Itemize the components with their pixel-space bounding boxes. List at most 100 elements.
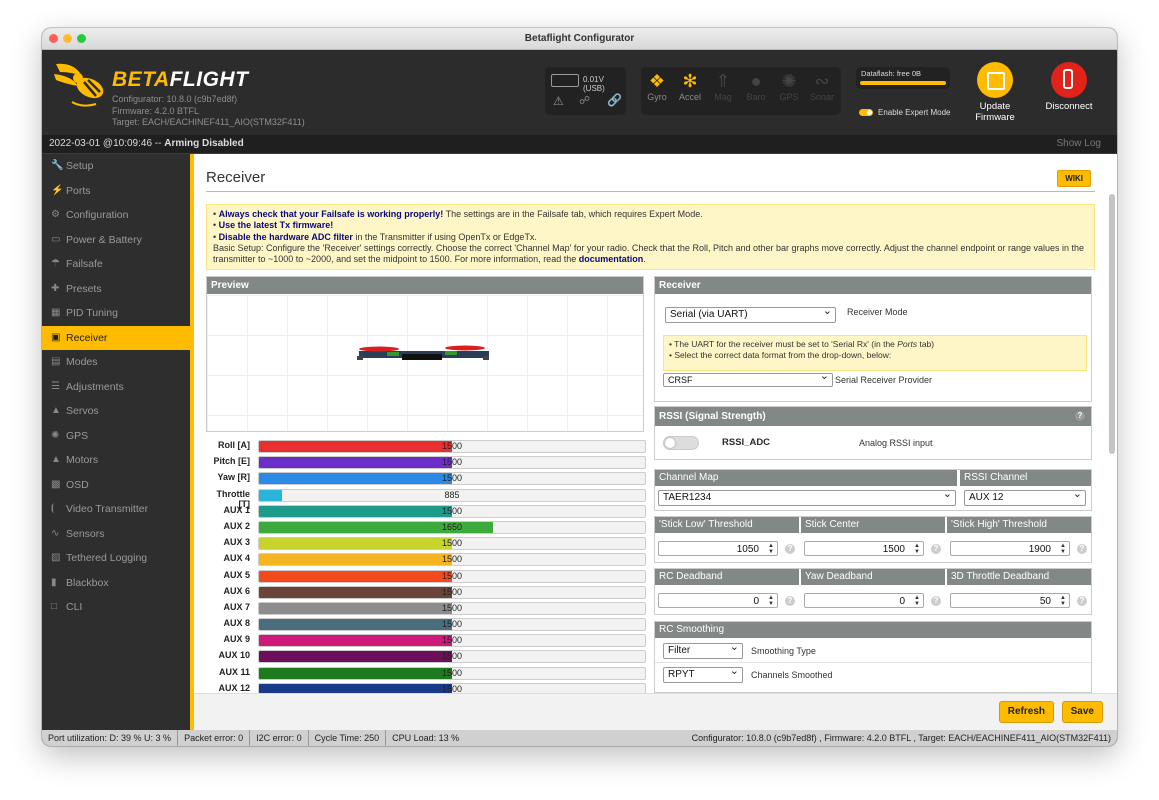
mag-icon: ⇑ Mag: [714, 71, 732, 102]
channel-meter: 1500: [258, 504, 646, 518]
receiver-panel-title: Receiver: [655, 277, 1091, 294]
zoom-window-button[interactable]: [77, 34, 86, 43]
rc-deadband-help-icon[interactable]: ?: [785, 596, 795, 606]
warning-icon: ⚠: [553, 94, 564, 108]
throttle-deadband-help-icon[interactable]: ?: [1077, 596, 1087, 606]
channel-bar-row: Throttle [T] 885: [206, 487, 646, 509]
baro-icon: ● Baro: [746, 71, 766, 102]
stick-low-help-icon[interactable]: ?: [785, 544, 795, 554]
channel-meter: 1500: [258, 456, 646, 470]
update-firmware-button[interactable]: [977, 62, 1013, 98]
sidebar-item-ports[interactable]: ⚡ Ports: [42, 179, 190, 204]
sidebar-item-blackbox[interactable]: ▮ Blackbox: [42, 571, 190, 596]
betaflight-wordmark: BETAFLIGHT: [112, 68, 249, 91]
gear-icon: ⚙: [51, 209, 60, 220]
channel-value: 1500: [441, 570, 463, 581]
satellite-icon: ✺: [51, 429, 60, 441]
sidebar-item-servos[interactable]: ▲ Servos: [42, 399, 190, 424]
wrench-icon: 🔧: [51, 160, 64, 171]
stick-high-input[interactable]: 1900 ▲ ▼: [950, 541, 1070, 556]
cpu-load: CPU Load: 13 %: [392, 733, 460, 743]
yaw-deadband-help-icon[interactable]: ?: [931, 596, 941, 606]
sidebar-item-pid-tuning[interactable]: ▦ PID Tuning: [42, 301, 190, 326]
channel-name: AUX 9: [223, 634, 250, 645]
sidebar-item-setup[interactable]: 🔧 Setup: [42, 154, 190, 179]
channel-bar-row: AUX 3 1500: [206, 535, 646, 551]
update-firmware-label: Update Firmware: [975, 101, 1015, 123]
app-window: Betaflight Configurator BETAFLIGHT Confi…: [42, 28, 1117, 746]
minimize-window-button[interactable]: [63, 34, 72, 43]
channel-name: AUX 3: [223, 537, 250, 548]
usb-icon: [1063, 69, 1073, 89]
sidebar-item-configuration[interactable]: ⚙ Configuration: [42, 203, 190, 228]
sidebar-item-presets[interactable]: ✚ Presets: [42, 277, 190, 302]
stick-low-title: 'Stick Low' Threshold: [655, 517, 799, 533]
log-icon: ▧: [51, 552, 61, 563]
channel-bar-row: AUX 1 1500: [206, 503, 646, 519]
sidebar-item-gps[interactable]: ✺ GPS: [42, 424, 190, 449]
sidebar-item-sensors[interactable]: ∿ Sensors: [42, 522, 190, 547]
channel-bar-row: AUX 9 1500: [206, 632, 646, 648]
stick-high-help-icon[interactable]: ?: [1077, 544, 1087, 554]
sidebar-item-motors[interactable]: ▲ Motors: [42, 448, 190, 473]
rc-deadband-input[interactable]: 0 ▲ ▼: [658, 593, 778, 608]
rssi-adc-toggle[interactable]: [663, 436, 699, 450]
stick-center-title: Stick Center: [801, 517, 945, 533]
channel-bar-row: AUX 8 1500: [206, 616, 646, 632]
channel-value: 1500: [441, 473, 463, 484]
show-log-link[interactable]: Show Log: [1057, 135, 1101, 153]
sidebar-item-osd[interactable]: ▩ OSD: [42, 473, 190, 498]
sensor-panel: ❖ Gyro ✻ Accel ⇑ Mag ● Baro ✺ GPS ∾ Sonar: [641, 67, 841, 115]
channel-value: 1500: [441, 538, 463, 549]
sliders-icon: ☰: [51, 380, 60, 392]
sidebar-item-video-transmitter[interactable]: ⦗ Video Transmitter: [42, 497, 190, 522]
version-footer: Configurator: 10.8.0 (c9b7ed8f) , Firmwa…: [691, 733, 1111, 743]
sidebar-item-modes[interactable]: ▤ Modes: [42, 350, 190, 375]
sidebar-item-failsafe[interactable]: ☂ Failsafe: [42, 252, 190, 277]
channel-value: 1500: [441, 602, 463, 613]
gps-icon: ✺ GPS: [779, 71, 799, 102]
serial-provider-label: Serial Receiver Provider: [835, 375, 933, 385]
sidebar-item-adjustments[interactable]: ☰ Adjustments: [42, 375, 190, 400]
channels-smoothed-label: Channels Smoothed: [751, 670, 833, 680]
sidebar-item-receiver[interactable]: ▣ Receiver: [42, 325, 190, 350]
stick-low-input[interactable]: 1050 ▲ ▼: [658, 541, 778, 556]
packet-error: Packet error: 0: [178, 730, 251, 746]
wiki-button[interactable]: WIKI: [1057, 170, 1091, 187]
refresh-button[interactable]: Refresh: [998, 701, 1054, 723]
rssi-panel: RSSI (Signal Strength) ? RSSI_ADC Analog…: [654, 406, 1092, 460]
channel-bar-row: AUX 7 1500: [206, 600, 646, 616]
disconnect-button[interactable]: [1051, 62, 1087, 98]
save-button[interactable]: Save: [1061, 701, 1103, 723]
antenna-icon: ⦗: [51, 503, 55, 514]
sidebar-item-tethered-logging[interactable]: ▧ Tethered Logging: [42, 546, 190, 571]
stick-center-help-icon[interactable]: ?: [931, 544, 941, 554]
accel-icon: ✻ Accel: [678, 71, 701, 102]
expert-mode-label: Enable Expert Mode: [878, 108, 951, 117]
rssi-channel-select[interactable]: AUX 12: [964, 487, 1086, 506]
channels-smoothed-select[interactable]: RPYT: [663, 664, 743, 683]
channel-name: Yaw [R]: [217, 472, 250, 483]
channel-map-select[interactable]: TAER1234: [658, 487, 956, 506]
yaw-deadband-input[interactable]: 0 ▲ ▼: [804, 593, 924, 608]
throttle-deadband-input[interactable]: 50 ▲ ▼: [950, 593, 1070, 608]
receiver-icon: ▣: [51, 331, 61, 343]
rssi-help-icon[interactable]: ?: [1075, 411, 1085, 421]
sidebar-item-cli[interactable]: □ CLI: [42, 595, 190, 620]
channel-name: AUX 8: [223, 618, 250, 629]
close-window-button[interactable]: [49, 34, 58, 43]
expert-mode-toggle[interactable]: [859, 109, 873, 116]
receiver-mode-select[interactable]: Serial (via UART): [665, 304, 836, 323]
channel-name: AUX 10: [218, 650, 250, 661]
sidebar-item-power-battery[interactable]: ▭ Power & Battery: [42, 228, 190, 253]
channel-bar-row: Pitch [E] 1500: [206, 454, 646, 470]
channel-meter: 1500: [258, 634, 646, 648]
smoothing-type-select[interactable]: Filter: [663, 640, 743, 659]
dataflash-panel: Dataflash: free 0B: [856, 67, 950, 89]
content-scrollbar[interactable]: [1109, 194, 1115, 454]
documentation-link[interactable]: documentation: [579, 254, 644, 264]
stick-center-input[interactable]: 1500 ▲ ▼: [804, 541, 924, 556]
serial-provider-select[interactable]: CRSF: [663, 370, 833, 387]
deadband-panel: RC Deadband Yaw Deadband 3D Throttle Dea…: [654, 568, 1092, 615]
target-name: Target: EACH/EACHINEF411_AIO(STM32F411): [112, 117, 305, 127]
